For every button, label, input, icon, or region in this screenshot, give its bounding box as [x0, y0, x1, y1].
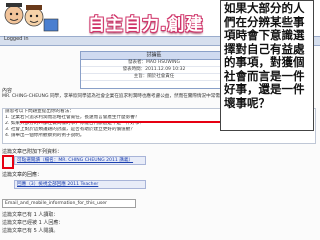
- read-count-text: 這篇文章已有 1 人讀取：: [2, 212, 59, 218]
- post-header-title: 討論區: [81, 52, 227, 60]
- view-count-text: 這篇文章已有 5 人閱讀。: [2, 228, 59, 234]
- status-text: Logged in: [4, 36, 29, 42]
- response-link[interactable]: 回應（3）檢視全部回應 2011 Teacher: [14, 180, 146, 189]
- post-subject: 主旨：關於社會責任: [81, 74, 227, 81]
- post-author: 發表者：MAO HSUWING: [81, 60, 227, 67]
- post-header-table: 討論區 發表者：MAO HSUWING 發表時間：2011.12.09 10:3…: [80, 51, 228, 89]
- responses-label: 這篇文章的回應：: [2, 172, 43, 178]
- response-link-text[interactable]: 回應（3）檢視全部回應 2011 Teacher: [17, 182, 98, 187]
- post-time: 發表時間：2011.12.09 10:32: [81, 67, 227, 74]
- slide: 自主自力.創建 Logged in 討論區 發表者：MAO HSUWING 發表…: [0, 0, 320, 240]
- attachment-link-text[interactable]: 可點選閱讀（檔名：MR. CHING CHEUNG 2011 講義）: [17, 158, 133, 163]
- user-info-field[interactable]: Email_and_mobile_information_for_this_us…: [2, 199, 136, 208]
- reply-count-text: 這篇文章已經被 1 人回應：: [2, 220, 64, 226]
- callout-question: 如果大部分的人們在分辨某些事項時會下意識選擇對自己有益處的事項，對獲個社會而言是…: [220, 0, 314, 131]
- attachment-link[interactable]: 可點選閱讀（檔名：MR. CHING CHEUNG 2011 講義）: [14, 156, 146, 165]
- cartoon-logo-icon: [2, 1, 60, 33]
- slide-title: 自主自力.創建: [88, 15, 204, 35]
- question-line: 4. 請舉出一個你所觀察到的例子說明。: [5, 133, 85, 138]
- highlight-box: [2, 155, 14, 169]
